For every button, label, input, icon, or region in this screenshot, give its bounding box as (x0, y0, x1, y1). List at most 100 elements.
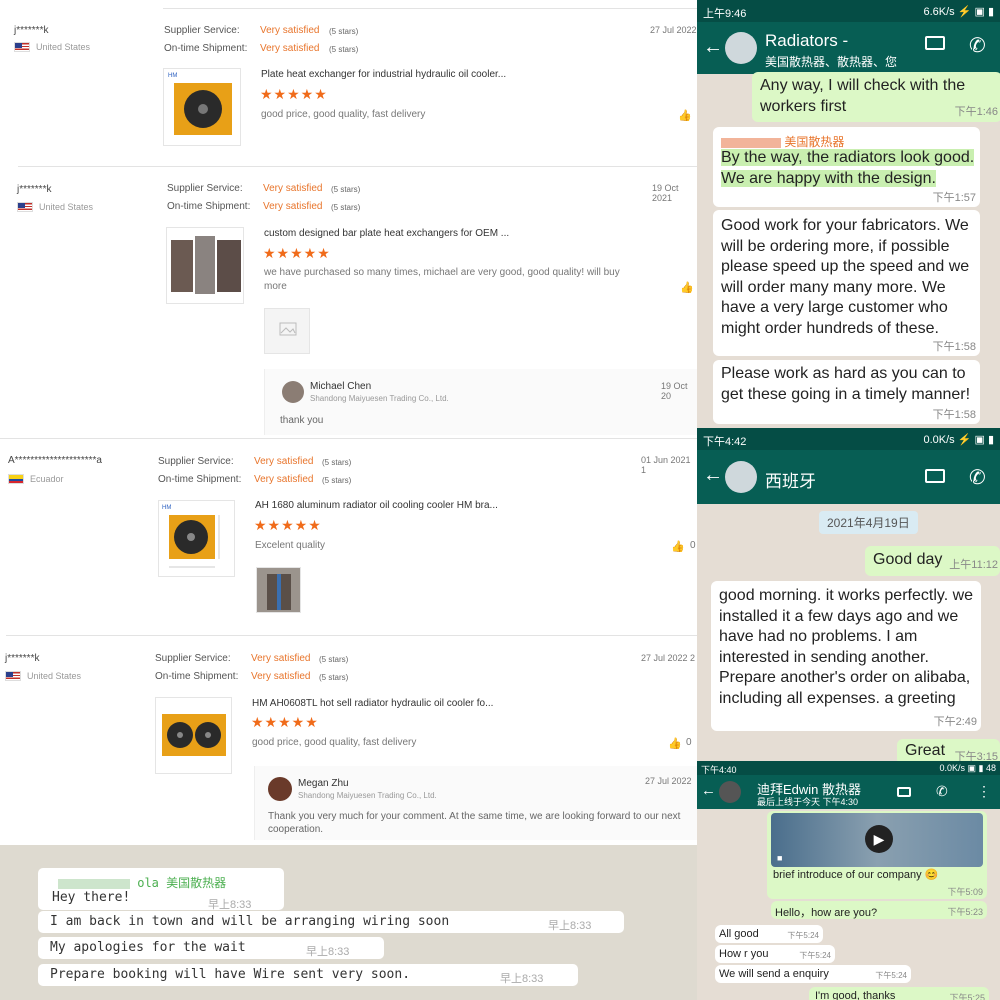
shipment-label: On-time Shipment: (155, 671, 239, 682)
oil-cooler-image: HM (168, 73, 232, 135)
product-title-link[interactable]: AH 1680 aluminum radiator oil cooling co… (255, 500, 498, 511)
review-date: 27 Jul 2022 2 (641, 653, 696, 663)
seller-avatar (268, 777, 292, 801)
message-text: How r you (719, 948, 769, 960)
like-count: 0 (690, 540, 696, 551)
seller-company: Shandong Maiyuesen Trading Co., Ltd. (298, 791, 437, 800)
like-icon[interactable]: 👍 (668, 737, 682, 750)
message-bubble: My apologies for the wait 早上8:33 (38, 937, 384, 959)
video-call-icon[interactable] (925, 36, 945, 50)
contact-avatar-icon[interactable] (725, 461, 757, 493)
chat-subtitle: 美国散热器、散热器、您 (765, 55, 898, 69)
like-icon[interactable]: 👍 (671, 540, 685, 553)
reviewer-name: j*******k (14, 25, 49, 36)
more-options-icon[interactable]: ⋮ (977, 783, 991, 800)
product-image[interactable] (155, 697, 232, 774)
message-time: 下午5:24 (799, 951, 831, 960)
review-item: j*******k United States Supplier Service… (0, 168, 697, 440)
status-bar: 下午4:40 0.0K/s ▣ ▮ 48 (697, 761, 1000, 775)
message-bubble: Great 下午3:15 (897, 739, 1000, 761)
chat-header: ← 西班牙 ✆ (697, 450, 1000, 504)
reply-date: 27 Jul 2022 (645, 776, 692, 786)
phone-call-icon[interactable]: ✆ (969, 33, 986, 58)
back-arrow-icon[interactable]: ← (703, 36, 723, 59)
chat-header: ← 迪拜Edwin 散热器 最后上线于今天 下午4:30 ✆ ⋮ (697, 775, 1000, 809)
image-placeholder-icon (279, 322, 297, 336)
like-icon[interactable]: 👍 (678, 109, 692, 122)
message-text: Good work for your fabricators. We will … (721, 217, 970, 337)
group-avatar-icon[interactable] (725, 32, 757, 64)
message-bubble: 美国散热器 By the way, the radiators look goo… (713, 127, 980, 207)
review-photo[interactable] (256, 567, 301, 613)
reply-text: thank you (280, 415, 324, 426)
back-arrow-icon[interactable]: ← (703, 464, 723, 487)
message-time: 早上8:33 (208, 899, 252, 911)
reply-text: Thank you very much for your comment. At… (268, 811, 681, 835)
supplier-service-label: Supplier Service: (164, 25, 240, 36)
play-icon[interactable]: ▶ (865, 825, 893, 853)
country-label: United States (39, 202, 94, 212)
divider (163, 8, 697, 9)
chat-screenshot-bottom: ola 美国散热器 Hey there! 早上8:33 I am back in… (0, 845, 697, 1000)
message-text: I am back in town and will be arranging … (50, 914, 450, 929)
supplier-stars-text: (5 stars) (319, 655, 349, 664)
message-bubble: Good day 上午11:12 (865, 546, 1000, 576)
reviewer-country: United States (14, 42, 90, 52)
product-image[interactable]: HM (163, 68, 241, 146)
shipment-value: Very satisfied (251, 671, 311, 682)
message-bubble: I'm good, thanks 下午5:25 (809, 987, 989, 1000)
svg-text:HM: HM (168, 73, 177, 79)
back-arrow-icon[interactable]: ← (701, 782, 716, 799)
like-icon[interactable]: 👍 (680, 281, 694, 294)
reviewer-country: Ecuador (8, 474, 64, 484)
supplier-service-label: Supplier Service: (167, 183, 243, 194)
twin-fan-cooler-image (162, 714, 226, 756)
country-label: United States (36, 42, 91, 52)
supplier-service-value: Very satisfied (254, 456, 314, 467)
us-flag-icon (5, 671, 21, 681)
status-indicators: 0.0K/s ⚡ ▣ ▮ (923, 434, 995, 446)
message-time: 下午5:09 (947, 887, 983, 897)
message-text: I'm good, thanks (815, 990, 896, 1000)
seller-reply: Michael Chen Shandong Maiyuesen Trading … (264, 369, 697, 435)
video-call-icon[interactable] (925, 469, 945, 483)
message-bubble: Any way, I will check with the workers f… (752, 72, 1000, 122)
review-photo-placeholder[interactable] (264, 308, 310, 354)
product-title-link[interactable]: custom designed bar plate heat exchanger… (264, 228, 509, 239)
shipment-value: Very satisfied (254, 474, 314, 485)
status-indicators: 0.0K/s ▣ ▮ 48 (939, 763, 996, 773)
chat-title[interactable]: 西班牙 (765, 467, 816, 492)
message-time: 下午5:24 (875, 971, 907, 980)
rating-stars: ★★★★★ (260, 86, 328, 102)
supplier-service-value: Very satisfied (263, 183, 323, 194)
message-bubble: Prepare booking will have Wire sent very… (38, 964, 578, 986)
chat-title[interactable]: Radiators - (765, 31, 848, 51)
message-time: 下午1:57 (932, 192, 976, 204)
seller-name: Megan Zhu (298, 778, 349, 789)
seller-reply: Megan Zhu Shandong Maiyuesen Trading Co.… (254, 766, 697, 840)
like-count: 0 (686, 737, 692, 748)
message-time: 下午1:58 (932, 341, 976, 353)
product-image[interactable] (166, 227, 244, 304)
message-text: We will send a enquiry (719, 968, 829, 980)
shipment-value: Very satisfied (263, 201, 323, 212)
supplier-stars-text: (5 stars) (331, 185, 361, 194)
message-time: 下午1:58 (932, 409, 976, 421)
product-title-link[interactable]: HM AH0608TL hot sell radiator hydraulic … (252, 698, 493, 709)
product-title-link[interactable]: Plate heat exchanger for industrial hydr… (261, 69, 506, 80)
contact-avatar-icon[interactable] (719, 781, 741, 803)
video-thumbnail[interactable]: ▶ ■ (771, 813, 983, 867)
rating-stars: ★★★★★ (254, 517, 322, 533)
country-label: United States (27, 671, 82, 681)
reviewer-name: j*******k (5, 653, 40, 664)
phone-call-icon[interactable]: ✆ (969, 465, 986, 490)
video-call-icon[interactable] (897, 787, 911, 797)
message-bubble: ▶ ■ brief introduce of our company 😊 下午5… (767, 811, 987, 899)
message-time: 下午3:15 (954, 751, 998, 761)
divider (18, 166, 697, 167)
product-image[interactable]: HM (158, 500, 235, 577)
phone-call-icon[interactable]: ✆ (936, 783, 948, 800)
message-text: By the way, the radiators look good. We … (721, 149, 975, 187)
us-flag-icon (17, 202, 33, 212)
review-comment: good price, good quality, fast delivery (252, 737, 417, 748)
